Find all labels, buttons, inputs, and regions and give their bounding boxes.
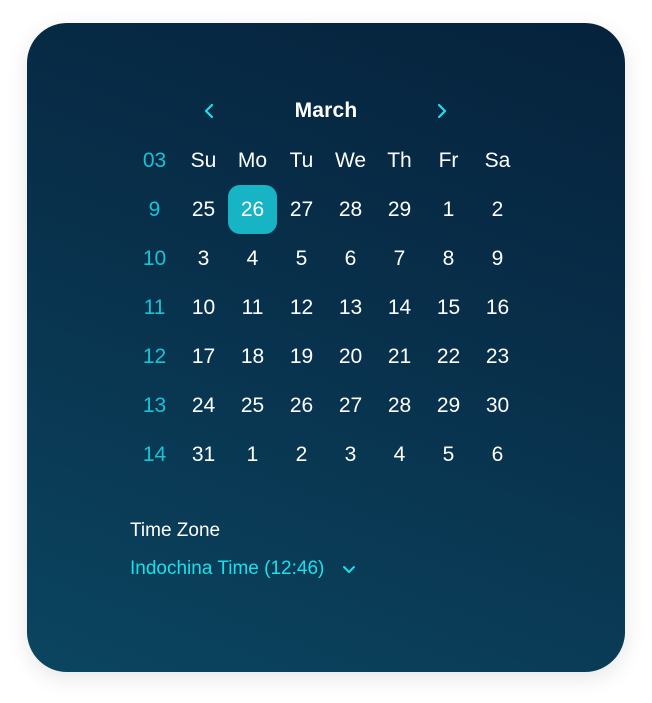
day-cell[interactable]: 14: [375, 283, 424, 332]
day-cell[interactable]: 20: [326, 332, 375, 381]
day-cell-selected[interactable]: 26: [228, 185, 277, 234]
day-cell[interactable]: 2: [277, 430, 326, 479]
day-cell[interactable]: 10: [179, 283, 228, 332]
previous-month-button[interactable]: [199, 100, 219, 122]
day-cell[interactable]: 1: [424, 185, 473, 234]
timezone-value: Indochina Time (12:46): [130, 558, 325, 579]
day-cell[interactable]: 2: [473, 185, 522, 234]
chevron-right-icon: [437, 103, 447, 119]
week-number: 9: [148, 197, 161, 221]
day-cell[interactable]: 5: [424, 430, 473, 479]
next-month-button[interactable]: [432, 100, 452, 122]
day-cell[interactable]: 7: [375, 234, 424, 283]
chevron-down-icon: [340, 562, 358, 576]
day-cell[interactable]: 28: [375, 381, 424, 430]
week-number-header: 03: [142, 148, 167, 172]
weekday-label: Su: [190, 148, 217, 172]
timezone-label: Time Zone: [130, 520, 221, 541]
weekday-label: Fr: [438, 148, 459, 172]
day-cell[interactable]: 29: [424, 381, 473, 430]
day-cell[interactable]: 4: [228, 234, 277, 283]
day-cell[interactable]: 8: [424, 234, 473, 283]
day-cell[interactable]: 25: [179, 185, 228, 234]
weeks-container: 9 25 26 27 28 29 1 2 10 3 4 5 6 7 8 9 11 10 11 12 13 14 15 16 12…: [130, 185, 522, 479]
day-cell[interactable]: 25: [228, 381, 277, 430]
day-cell[interactable]: 12: [277, 283, 326, 332]
day-cell[interactable]: 6: [473, 430, 522, 479]
day-cell[interactable]: 3: [326, 430, 375, 479]
week-number: 11: [143, 295, 166, 319]
day-cell[interactable]: 6: [326, 234, 375, 283]
calendar-grid: 03 Su Mo Tu We Th Fr Sa 9 25 26 27 28 29 1 2 10 3…: [130, 136, 522, 479]
calendar-card: March 03 Su Mo Tu We Th Fr Sa 9 25 26 27 28 2…: [27, 23, 625, 672]
week-number: 13: [142, 393, 167, 417]
day-cell[interactable]: 4: [375, 430, 424, 479]
weekday-header-row: 03 Su Mo Tu We Th Fr Sa: [130, 136, 522, 185]
day-cell[interactable]: 5: [277, 234, 326, 283]
day-cell[interactable]: 11: [228, 283, 277, 332]
week-row: 9 25 26 27 28 29 1 2: [130, 185, 522, 234]
day-cell[interactable]: 30: [473, 381, 522, 430]
day-cell[interactable]: 9: [473, 234, 522, 283]
day-cell[interactable]: 22: [424, 332, 473, 381]
week-row: 13 24 25 26 27 28 29 30: [130, 381, 522, 430]
week-row: 10 3 4 5 6 7 8 9: [130, 234, 522, 283]
timezone-select[interactable]: Indochina Time (12:46): [130, 558, 358, 580]
month-title: March: [294, 99, 358, 122]
day-cell[interactable]: 26: [277, 381, 326, 430]
day-cell[interactable]: 18: [228, 332, 277, 381]
day-cell[interactable]: 28: [326, 185, 375, 234]
day-cell[interactable]: 15: [424, 283, 473, 332]
week-row: 14 31 1 2 3 4 5 6: [130, 430, 522, 479]
chevron-left-icon: [204, 103, 214, 119]
weekday-label: Sa: [484, 148, 511, 172]
day-cell[interactable]: 29: [375, 185, 424, 234]
day-cell[interactable]: 21: [375, 332, 424, 381]
day-cell[interactable]: 3: [179, 234, 228, 283]
day-cell[interactable]: 24: [179, 381, 228, 430]
day-cell[interactable]: 19: [277, 332, 326, 381]
day-cell[interactable]: 17: [179, 332, 228, 381]
weekday-label: Th: [387, 148, 412, 172]
weekday-label: We: [334, 148, 367, 172]
day-cell[interactable]: 27: [277, 185, 326, 234]
week-row: 12 17 18 19 20 21 22 23: [130, 332, 522, 381]
day-cell[interactable]: 13: [326, 283, 375, 332]
week-number: 12: [142, 344, 167, 368]
day-cell[interactable]: 31: [179, 430, 228, 479]
week-row: 11 10 11 12 13 14 15 16: [130, 283, 522, 332]
day-cell[interactable]: 27: [326, 381, 375, 430]
day-cell[interactable]: 23: [473, 332, 522, 381]
day-cell[interactable]: 16: [473, 283, 522, 332]
day-cell[interactable]: 1: [228, 430, 277, 479]
weekday-label: Tu: [289, 148, 314, 172]
week-number: 14: [142, 442, 167, 466]
week-number: 10: [142, 246, 167, 270]
weekday-label: Mo: [237, 148, 268, 172]
